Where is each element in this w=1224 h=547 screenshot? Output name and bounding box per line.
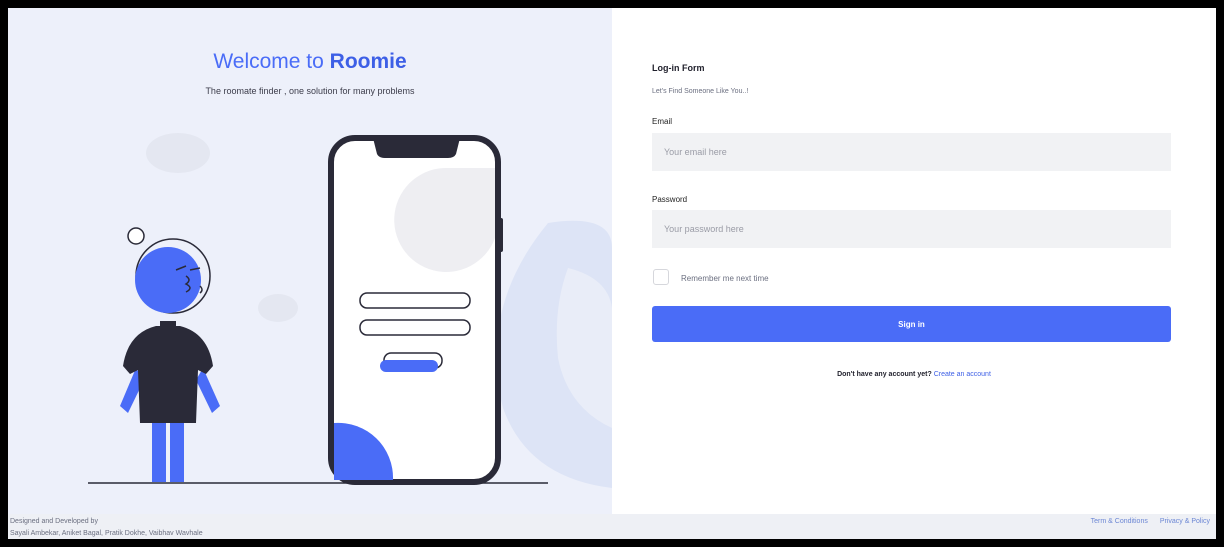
password-input[interactable] bbox=[652, 210, 1171, 248]
sign-in-button[interactable]: Sign in bbox=[652, 306, 1171, 342]
footer: Designed and Developed by Sayali Ambekar… bbox=[8, 514, 1216, 539]
welcome-heading: Welcome to Roomie bbox=[8, 50, 612, 74]
create-account-link[interactable]: Create an account bbox=[934, 371, 991, 378]
terms-link[interactable]: Term & Conditions bbox=[1091, 518, 1148, 525]
form-title: Log-in Form bbox=[652, 63, 705, 73]
hero-panel: Welcome to Roomie The roomate finder , o… bbox=[8, 8, 612, 514]
hero-illustration bbox=[88, 133, 612, 488]
footer-links: Term & Conditions Privacy & Policy bbox=[1081, 518, 1210, 525]
credits: Designed and Developed by Sayali Ambekar… bbox=[10, 516, 203, 539]
page-frame: Welcome to Roomie The roomate finder , o… bbox=[8, 8, 1216, 539]
email-input[interactable] bbox=[652, 133, 1171, 171]
credits-line-2: Sayali Ambekar, Aniket Bagal, Pratik Dok… bbox=[10, 530, 203, 537]
signup-prompt: Don't have any account yet? Create an ac… bbox=[612, 371, 1216, 378]
credits-line-1: Designed and Developed by bbox=[10, 518, 98, 525]
privacy-link[interactable]: Privacy & Policy bbox=[1160, 518, 1210, 525]
tagline: The roomate finder , one solution for ma… bbox=[205, 86, 415, 96]
no-account-text: Don't have any account yet? bbox=[837, 371, 932, 378]
remember-me-label[interactable]: Remember me next time bbox=[681, 274, 769, 283]
password-label: Password bbox=[652, 195, 688, 204]
remember-me-checkbox[interactable] bbox=[653, 269, 669, 285]
brand-name: Roomie bbox=[329, 50, 407, 73]
login-panel: Log-in Form Let's Find Someone Like You.… bbox=[612, 8, 1216, 514]
email-label: Email bbox=[652, 117, 673, 126]
form-subtitle: Let's Find Someone Like You..! bbox=[652, 88, 749, 95]
welcome-prefix: Welcome to bbox=[213, 50, 330, 73]
